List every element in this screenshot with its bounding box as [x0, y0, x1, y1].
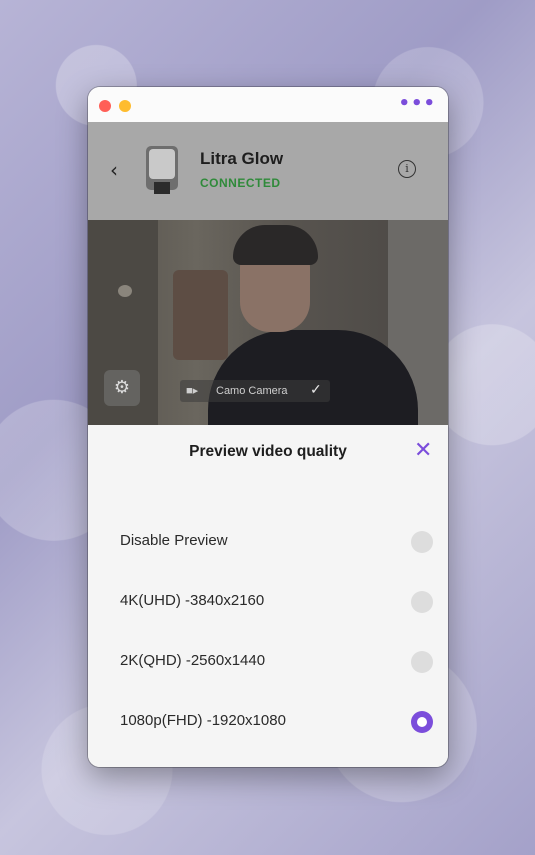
info-icon[interactable]: i: [398, 160, 416, 178]
preview-toys: [173, 270, 228, 360]
quality-option-4k[interactable]: 4K(UHD) -3840x2160: [88, 583, 448, 623]
video-quality-sheet: Preview video quality ✕ Disable Preview …: [88, 425, 448, 767]
device-name: Litra Glow: [200, 149, 284, 168]
preview-person-hair: [233, 225, 318, 265]
option-label: 4K(UHD) -3840x2160: [120, 592, 265, 609]
back-chevron-icon[interactable]: ‹: [110, 160, 118, 180]
option-label: Disable Preview: [120, 532, 228, 549]
sheet-title: Preview video quality: [189, 443, 347, 460]
title-bar: •••: [88, 87, 448, 122]
video-camera-icon: ■▸: [186, 385, 199, 397]
minimize-window-button[interactable]: [119, 100, 131, 112]
option-radio[interactable]: [411, 651, 433, 673]
device-status: CONNECTED: [200, 176, 281, 190]
more-dots-icon[interactable]: •••: [398, 95, 436, 113]
camera-preview: ⚙ ■▸ Camo Camera ✓: [88, 220, 448, 425]
option-radio-selected[interactable]: [411, 711, 433, 733]
app-window: ••• ‹ Litra Glow CONNECTED i ⚙ ■▸ Camo C…: [88, 87, 448, 767]
option-radio[interactable]: [411, 591, 433, 613]
quality-option-2k[interactable]: 2K(QHD) -2560x1440: [88, 643, 448, 683]
device-header: ‹ Litra Glow CONNECTED i: [88, 122, 448, 220]
close-icon[interactable]: ✕: [414, 440, 432, 462]
settings-gear-icon[interactable]: ⚙: [104, 370, 140, 406]
option-label: 2K(QHD) -2560x1440: [120, 652, 266, 669]
camera-source-pill[interactable]: ■▸ Camo Camera ✓: [180, 380, 330, 402]
camera-source-label: Camo Camera: [216, 385, 288, 397]
close-window-button[interactable]: [99, 100, 111, 112]
quality-option-1080p[interactable]: 1080p(FHD) -1920x1080: [88, 703, 448, 743]
quality-option-disable-preview[interactable]: Disable Preview: [88, 523, 448, 563]
camo-logo-icon: ✓: [310, 381, 322, 397]
option-label: 1080p(FHD) -1920x1080: [120, 712, 286, 729]
device-image: [146, 146, 178, 194]
option-radio[interactable]: [411, 531, 433, 553]
